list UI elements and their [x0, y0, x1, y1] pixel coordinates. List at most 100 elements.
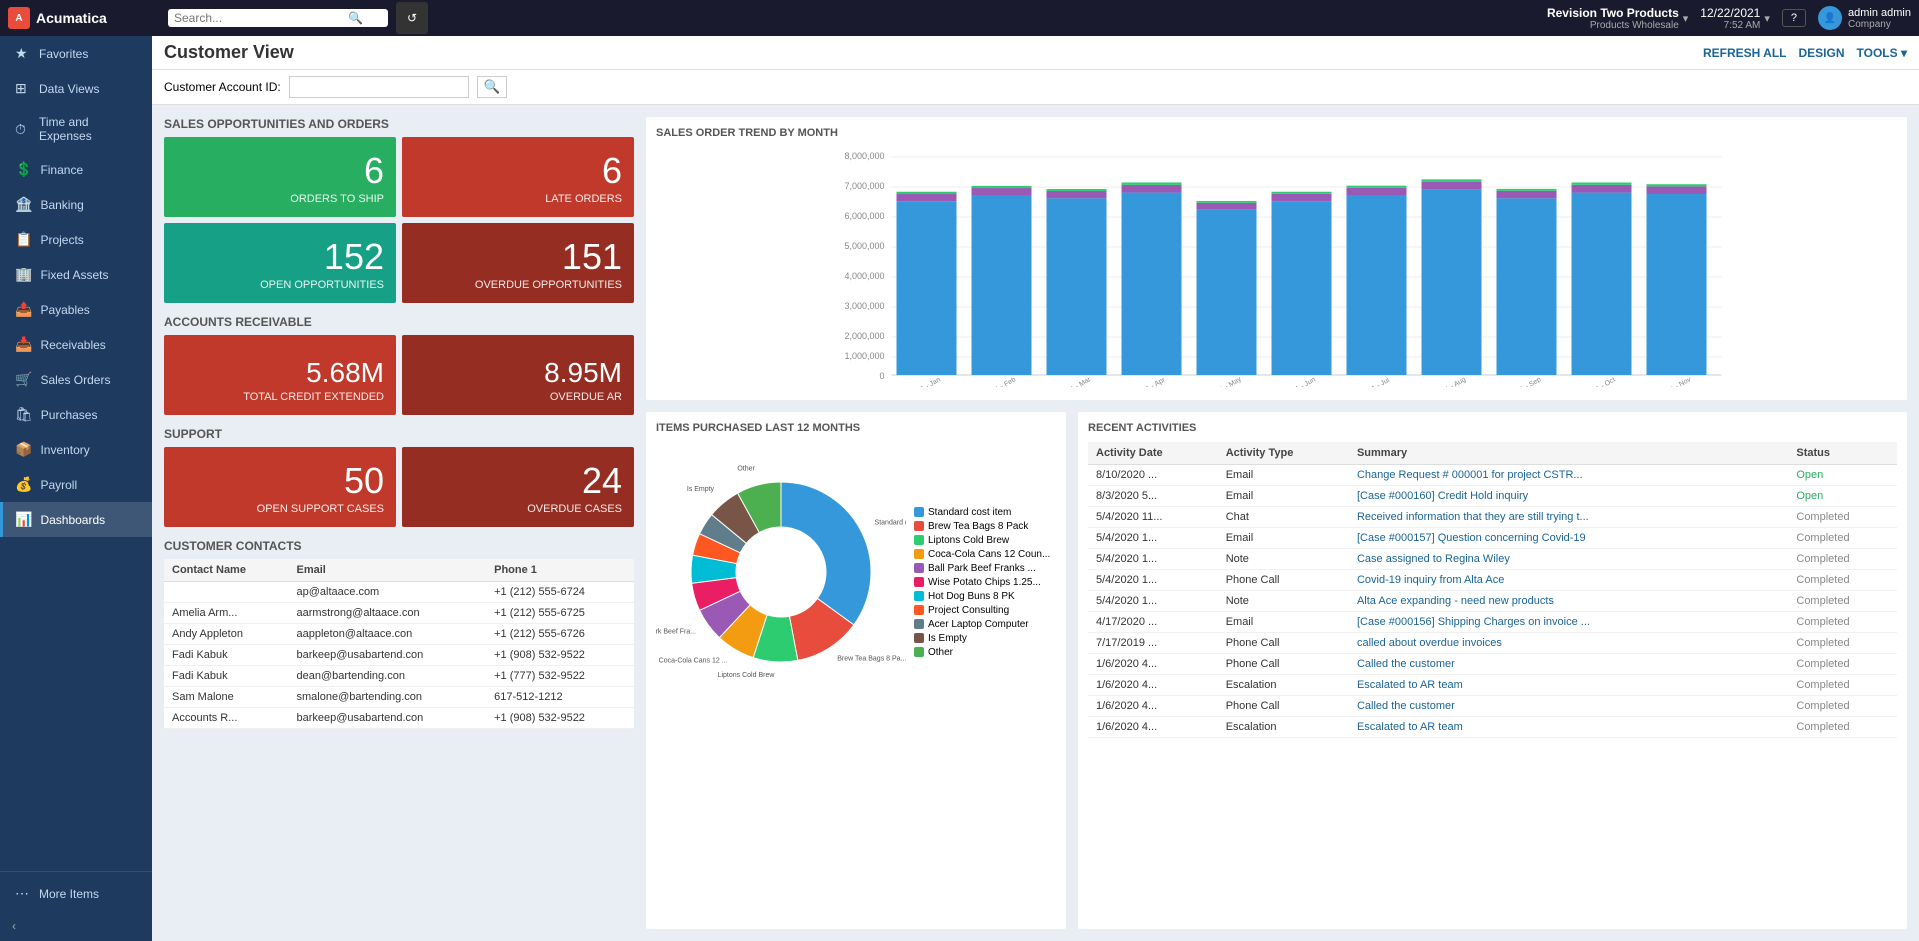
svg-text:2021 - Sep: 2021 - Sep [1509, 376, 1542, 387]
overdue-ar-label: OVERDUE AR [550, 391, 622, 403]
contacts-section: CUSTOMER CONTACTS Contact Name Email Pho… [164, 539, 634, 729]
sidebar-item-payroll[interactable]: 💰 Payroll [0, 467, 152, 502]
table-row[interactable]: 5/4/2020 11...ChatReceived information t… [1088, 507, 1897, 528]
open-cases-label: OPEN SUPPORT CASES [257, 503, 384, 515]
recent-activities-title: RECENT ACTIVITIES [1088, 422, 1897, 434]
svg-text:4,000,000: 4,000,000 [844, 271, 884, 281]
sidebar-item-time-expenses[interactable]: ⏱ Time and Expenses [0, 106, 152, 152]
activity-cell-summary[interactable]: [Case #000156] Shipping Charges on invoi… [1349, 612, 1788, 633]
activity-cell-summary[interactable]: Change Request # 000001 for project CSTR… [1349, 465, 1788, 486]
account-id-search-button[interactable]: 🔍 [477, 76, 508, 98]
table-row[interactable]: Accounts R...barkeep@usabartend.con+1 (9… [164, 708, 634, 729]
sidebar-item-fixed-assets[interactable]: 🏢 Fixed Assets [0, 257, 152, 292]
activity-cell-type: Phone Call [1218, 696, 1349, 717]
account-id-input[interactable] [289, 76, 469, 98]
activity-cell-summary[interactable]: Alta Ace expanding - need new products [1349, 591, 1788, 612]
table-row[interactable]: 5/4/2020 1...Phone CallCovid-19 inquiry … [1088, 570, 1897, 591]
table-row[interactable]: 8/10/2020 ...EmailChange Request # 00000… [1088, 465, 1897, 486]
sidebar-item-data-views[interactable]: ⊞ Data Views [0, 71, 152, 106]
activity-cell-summary[interactable]: Received information that they are still… [1349, 507, 1788, 528]
table-row[interactable]: 5/4/2020 1...Email[Case #000157] Questio… [1088, 528, 1897, 549]
user-area[interactable]: 👤 admin admin Company [1818, 6, 1911, 30]
table-row[interactable]: Andy Appletonaappleton@altaace.con+1 (21… [164, 624, 634, 645]
contact-cell-email: smalone@bartending.con [289, 687, 487, 708]
table-row[interactable]: 5/4/2020 1...NoteAlta Ace expanding - ne… [1088, 591, 1897, 612]
table-row[interactable]: 1/6/2020 4...EscalationEscalated to AR t… [1088, 675, 1897, 696]
legend-dot [914, 549, 924, 559]
activity-cell-summary[interactable]: Called the customer [1349, 654, 1788, 675]
sidebar-item-banking[interactable]: 🏦 Banking [0, 187, 152, 222]
activity-cell-summary[interactable]: Covid-19 inquiry from Alta Ace [1349, 570, 1788, 591]
svg-text:Ball Park Beef Fra...: Ball Park Beef Fra... [656, 629, 696, 636]
svg-text:2021 - Jan: 2021 - Jan [910, 376, 942, 387]
sidebar-item-sales-orders[interactable]: 🛒 Sales Orders [0, 362, 152, 397]
activity-cell-summary[interactable]: Case assigned to Regina Wiley [1349, 549, 1788, 570]
logo-area: A Acumatica [8, 7, 160, 29]
contact-cell-phone: +1 (908) 532-9522 [486, 645, 634, 666]
activity-cell-summary[interactable]: Called the customer [1349, 696, 1788, 717]
sidebar-collapse-button[interactable]: ‹ [0, 911, 152, 941]
late-orders-card[interactable]: 6 LATE ORDERS [402, 137, 634, 217]
sidebar-item-purchases[interactable]: 🛍 Purchases [0, 397, 152, 432]
nav-company-area[interactable]: Revision Two Products Products Wholesale… [1547, 6, 1688, 31]
table-row[interactable]: 7/17/2019 ...Phone Callcalled about over… [1088, 633, 1897, 654]
overdue-cases-value: 24 [582, 463, 622, 499]
open-opps-card[interactable]: 152 OPEN OPPORTUNITIES [164, 223, 396, 303]
sidebar-item-projects[interactable]: 📋 Projects [0, 222, 152, 257]
overdue-opps-value: 151 [562, 239, 622, 275]
orders-to-ship-card[interactable]: 6 ORDERS TO SHIP [164, 137, 396, 217]
sidebar-bottom: ⋯ More Items ‹ [0, 867, 152, 941]
open-cases-card[interactable]: 50 OPEN SUPPORT CASES [164, 447, 396, 527]
activity-cell-date: 8/3/2020 5... [1088, 486, 1218, 507]
table-row[interactable]: 4/17/2020 ...Email[Case #000156] Shippin… [1088, 612, 1897, 633]
top-navigation: A Acumatica 🔍 ↺ Revision Two Products Pr… [0, 0, 1919, 36]
company-name: Revision Two Products [1547, 6, 1679, 20]
overdue-cases-card[interactable]: 24 OVERDUE CASES [402, 447, 634, 527]
sidebar-item-finance[interactable]: 💲 Finance [0, 152, 152, 187]
time-expenses-icon: ⏱ [15, 121, 31, 138]
table-row[interactable]: Fadi Kabukdean@bartending.con+1 (777) 53… [164, 666, 634, 687]
table-row[interactable]: 8/3/2020 5...Email[Case #000160] Credit … [1088, 486, 1897, 507]
activity-cell-summary[interactable]: Escalated to AR team [1349, 717, 1788, 738]
table-row[interactable]: Amelia Arm...aarmstrong@altaace.con+1 (2… [164, 603, 634, 624]
app-name: Acumatica [36, 10, 107, 26]
table-row[interactable]: 5/4/2020 1...NoteCase assigned to Regina… [1088, 549, 1897, 570]
table-row[interactable]: 1/6/2020 4...EscalationEscalated to AR t… [1088, 717, 1897, 738]
sidebar-item-favorites[interactable]: ★ Favorites [0, 36, 152, 71]
activity-cell-status: Completed [1788, 612, 1897, 633]
search-bar[interactable]: 🔍 [168, 9, 388, 27]
sidebar-item-payables[interactable]: 📤 Payables [0, 292, 152, 327]
table-row[interactable]: 1/6/2020 4...Phone CallCalled the custom… [1088, 654, 1897, 675]
search-input[interactable] [174, 11, 344, 25]
help-button[interactable]: ? [1782, 9, 1806, 27]
total-credit-card[interactable]: 5.68M TOTAL CREDIT EXTENDED [164, 335, 396, 415]
activity-cell-date: 5/4/2020 1... [1088, 528, 1218, 549]
table-row[interactable]: ap@altaace.com+1 (212) 555-6724 [164, 582, 634, 603]
activity-cell-summary[interactable]: called about overdue invoices [1349, 633, 1788, 654]
activity-cell-summary[interactable]: [Case #000157] Question concerning Covid… [1349, 528, 1788, 549]
sidebar-item-inventory[interactable]: 📦 Inventory [0, 432, 152, 467]
fixed-assets-icon: 🏢 [15, 266, 32, 283]
sidebar-item-dashboards[interactable]: 📊 Dashboards [0, 502, 152, 537]
sidebar-item-more-items[interactable]: ⋯ More Items [0, 876, 152, 911]
design-button[interactable]: DESIGN [1799, 46, 1845, 60]
sidebar-label-time-expenses: Time and Expenses [39, 115, 140, 143]
tools-button[interactable]: TOOLS ▾ [1857, 46, 1907, 60]
overdue-opps-card[interactable]: 151 OVERDUE OPPORTUNITIES [402, 223, 634, 303]
legend-dot [914, 577, 924, 587]
total-credit-value: 5.68M [306, 359, 384, 387]
svg-text:7,000,000: 7,000,000 [844, 181, 884, 191]
refresh-all-button[interactable]: REFRESH ALL [1703, 46, 1787, 60]
activity-cell-status: Completed [1788, 696, 1897, 717]
history-button[interactable]: ↺ [396, 2, 428, 34]
table-row[interactable]: Fadi Kabukbarkeep@usabartend.con+1 (908)… [164, 645, 634, 666]
activity-cell-summary[interactable]: [Case #000160] Credit Hold inquiry [1349, 486, 1788, 507]
inventory-icon: 📦 [15, 441, 32, 458]
activity-cell-summary[interactable]: Escalated to AR team [1349, 675, 1788, 696]
table-row[interactable]: Sam Malonesmalone@bartending.con617-512-… [164, 687, 634, 708]
sidebar-item-receivables[interactable]: 📥 Receivables [0, 327, 152, 362]
table-row[interactable]: 1/6/2020 4...Phone CallCalled the custom… [1088, 696, 1897, 717]
contacts-table: Contact Name Email Phone 1 ap@altaace.co… [164, 559, 634, 729]
recent-activities-section: RECENT ACTIVITIES Activity Date Activity… [1078, 412, 1907, 929]
overdue-ar-card[interactable]: 8.95M OVERDUE AR [402, 335, 634, 415]
